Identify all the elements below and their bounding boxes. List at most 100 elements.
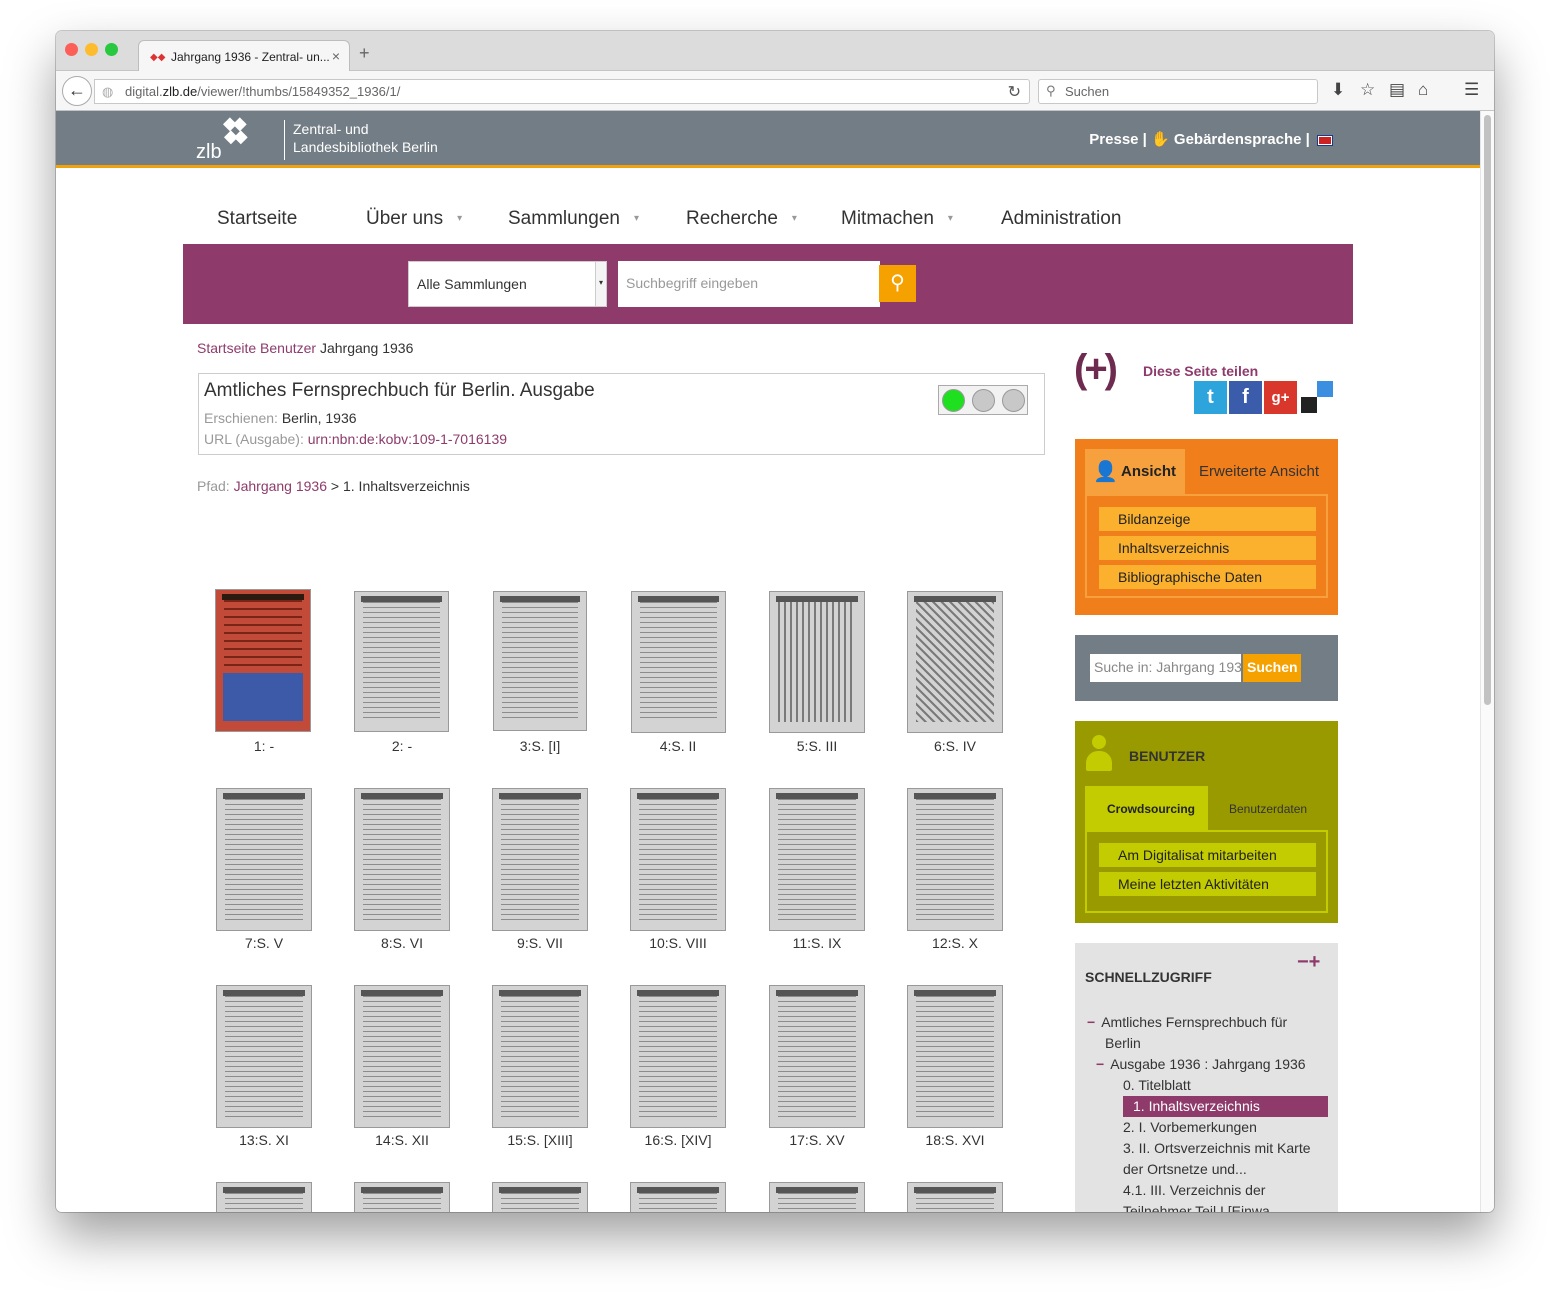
menu-recherche[interactable]: Recherche ▾ (686, 208, 797, 230)
thumbnail-label[interactable]: 9:S. VII (470, 935, 610, 951)
search-input[interactable]: Suchbegriff eingeben (618, 261, 880, 307)
thumbnail-page[interactable] (354, 788, 450, 931)
thumbnail-label[interactable]: 4:S. II (608, 738, 748, 754)
tree-item-continued[interactable]: Teilnehmer Teil I [Einwa... (1123, 1201, 1281, 1212)
thumbnail-page[interactable] (769, 591, 865, 733)
breadcrumb-home[interactable]: Startseite (197, 340, 256, 356)
collection-select[interactable]: Alle Sammlungen ▾ (408, 261, 607, 307)
thumbnail-label[interactable]: 7:S. V (194, 935, 334, 951)
thumbnail-label[interactable]: 11:S. IX (747, 935, 887, 951)
menu-ueber-uns[interactable]: Über uns ▾ (366, 208, 462, 230)
home-icon[interactable]: ⌂ (1418, 80, 1428, 100)
thumbnail-page[interactable] (492, 1182, 588, 1212)
tree-item[interactable]: − Amtliches Fernsprechbuch für (1087, 1012, 1287, 1033)
menu-administration[interactable]: Administration (1001, 208, 1121, 230)
thumbnail-page[interactable] (769, 1182, 865, 1212)
thumbnail-page[interactable] (216, 985, 312, 1128)
menu-sammlungen[interactable]: Sammlungen ▾ (508, 208, 639, 230)
thumbnail-page[interactable] (492, 985, 588, 1128)
tab-benutzerdaten[interactable]: Benutzerdaten (1208, 786, 1328, 830)
delicious-icon[interactable] (1301, 381, 1334, 414)
new-tab-icon[interactable]: + (359, 43, 370, 64)
tab-crowdsourcing[interactable]: Crowdsourcing (1085, 786, 1208, 830)
thumbnail-label[interactable]: 1: - (194, 738, 334, 754)
search-button[interactable]: ⚲ (879, 265, 916, 302)
tab-erweiterte-ansicht[interactable]: Erweiterte Ansicht (1185, 449, 1328, 494)
back-icon[interactable]: ← (62, 76, 92, 106)
menu-mitmachen[interactable]: Mitmachen ▾ (841, 208, 953, 230)
bookmark-star-icon[interactable]: ☆ (1360, 80, 1375, 100)
thumbnail-label[interactable]: 17:S. XV (747, 1132, 887, 1148)
thumbnail-page[interactable] (769, 985, 865, 1128)
tree-item[interactable]: 0. Titelblatt (1123, 1075, 1191, 1096)
thumbnail-page[interactable] (215, 589, 311, 732)
url-bar[interactable]: ◍ digital.zlb.de/viewer/!thumbs/15849352… (94, 79, 1030, 104)
path-link[interactable]: Jahrgang 1936 (234, 478, 327, 494)
thumbnail-label[interactable]: 14:S. XII (332, 1132, 472, 1148)
thumbnail-label[interactable]: 8:S. VI (332, 935, 472, 951)
urn-link[interactable]: urn:nbn:de:kobv:109-1-7016139 (308, 431, 507, 447)
thumbnail-label[interactable]: 15:S. [XIII] (470, 1132, 610, 1148)
close-tab-icon[interactable]: × (332, 48, 340, 64)
thumbnail-label[interactable]: 10:S. VIII (608, 935, 748, 951)
collapse-icon[interactable]: − (1087, 1014, 1095, 1030)
thumbnail-label[interactable]: 13:S. XI (194, 1132, 334, 1148)
thumbnail-label[interactable]: 3:S. [I] (470, 738, 610, 754)
gebaerdensprache-link[interactable]: Gebärdensprache | (1174, 131, 1310, 148)
thumbnail-page[interactable] (354, 1182, 450, 1212)
thumbnail-page[interactable] (907, 985, 1003, 1128)
tab-ansicht[interactable]: 👤 Ansicht (1085, 449, 1185, 494)
download-icon[interactable]: ⬇ (1331, 80, 1345, 100)
collapse-expand-icon[interactable]: −+ (1297, 951, 1320, 974)
scrollbar-thumb[interactable] (1484, 115, 1491, 705)
tree-item[interactable]: − Ausgabe 1936 : Jahrgang 1936 (1096, 1054, 1306, 1075)
hamburger-menu-icon[interactable]: ☰ (1464, 80, 1479, 100)
thumbnail-label[interactable]: 6:S. IV (885, 738, 1025, 754)
tree-item[interactable]: 2. I. Vorbemerkungen (1123, 1117, 1257, 1138)
thumbnail-page[interactable] (630, 1182, 726, 1212)
tree-item-active[interactable]: 1. Inhaltsverzeichnis (1123, 1096, 1328, 1117)
thumbnail-page[interactable] (493, 591, 587, 731)
zoom-window-button[interactable] (105, 43, 118, 56)
tree-item-continued[interactable]: Berlin (1105, 1033, 1141, 1054)
close-window-button[interactable] (65, 43, 78, 56)
thumbnail-page[interactable] (907, 1182, 1003, 1212)
english-flag-icon[interactable] (1317, 134, 1333, 146)
search-within-button[interactable]: Suchen (1243, 654, 1301, 682)
collapse-icon[interactable]: − (1096, 1056, 1104, 1072)
browser-search-input[interactable]: ⚲ Suchen (1038, 79, 1318, 104)
facebook-icon[interactable]: f (1229, 381, 1262, 414)
reload-icon[interactable]: ↻ (1008, 82, 1021, 102)
thumbnail-page[interactable] (216, 1182, 312, 1212)
share-label[interactable]: Diese Seite teilen (1143, 363, 1258, 379)
thumbnail-page[interactable] (630, 985, 726, 1128)
presse-link[interactable]: Presse | (1089, 131, 1147, 148)
thumbnail-label[interactable]: 12:S. X (885, 935, 1025, 951)
thumbnail-label[interactable]: 2: - (332, 738, 472, 754)
googleplus-icon[interactable]: g+ (1264, 381, 1297, 414)
link-inhaltsverzeichnis[interactable]: Inhaltsverzeichnis (1099, 536, 1316, 560)
link-aktivitaeten[interactable]: Meine letzten Aktivitäten (1099, 872, 1316, 896)
thumbnail-page[interactable] (907, 591, 1003, 733)
page-scrollbar[interactable] (1480, 111, 1494, 1212)
breadcrumb-user[interactable]: Benutzer (260, 340, 316, 356)
thumbnail-page[interactable] (492, 788, 588, 931)
thumbnail-page[interactable] (769, 788, 865, 931)
search-within-input[interactable]: Suche in: Jahrgang 1936 (1090, 654, 1241, 682)
thumbnail-page[interactable] (630, 788, 726, 931)
thumbnail-label[interactable]: 5:S. III (747, 738, 887, 754)
thumbnail-label[interactable]: 16:S. [XIV] (608, 1132, 748, 1148)
thumbnail-page[interactable] (216, 788, 312, 931)
minimize-window-button[interactable] (85, 43, 98, 56)
tree-item-continued[interactable]: der Ortsnetze und... (1123, 1159, 1247, 1180)
menu-startseite[interactable]: Startseite (217, 208, 297, 230)
link-bibliographische-daten[interactable]: Bibliographische Daten (1099, 565, 1316, 589)
browser-tab[interactable]: ◆◆ Jahrgang 1936 - Zentral- un... × (138, 40, 350, 72)
thumbnail-page[interactable] (354, 985, 450, 1128)
twitter-icon[interactable]: t (1194, 381, 1227, 414)
thumbnail-label[interactable]: 18:S. XVI (885, 1132, 1025, 1148)
reading-list-icon[interactable]: ▤ (1389, 80, 1405, 100)
thumbnail-page[interactable] (631, 591, 726, 733)
tree-item[interactable]: 3. II. Ortsverzeichnis mit Karte (1123, 1138, 1311, 1159)
thumbnail-page[interactable] (354, 591, 449, 732)
